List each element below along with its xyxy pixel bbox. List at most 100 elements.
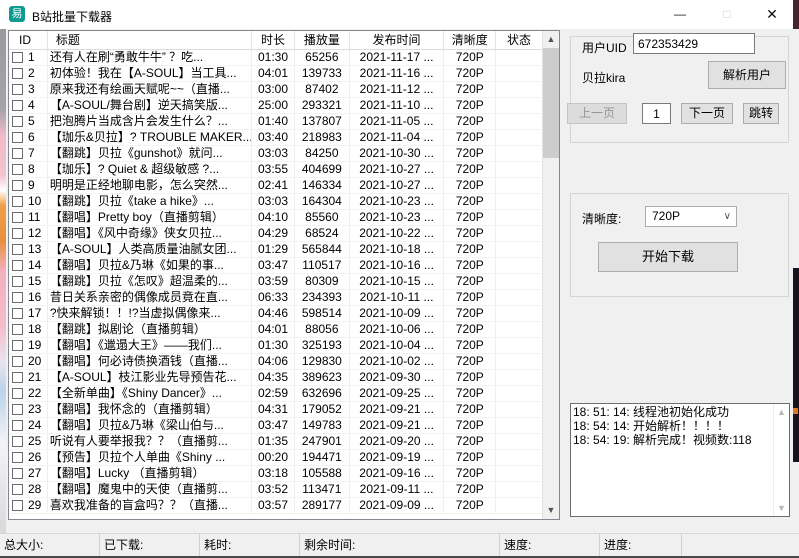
row-checkbox[interactable]	[12, 420, 23, 431]
row-checkbox[interactable]	[12, 260, 23, 271]
row-id: 1	[28, 50, 35, 65]
table-row[interactable]: 24 【翻唱】贝拉&乃琳《梁山伯与... 03:47 149783 2021-0…	[9, 418, 542, 434]
row-checkbox[interactable]	[12, 132, 23, 143]
row-checkbox[interactable]	[12, 324, 23, 335]
table-row[interactable]: 20 【翻唱】何必诗债换酒钱（直播... 04:06 129830 2021-1…	[9, 354, 542, 370]
minimize-button[interactable]: —	[664, 0, 696, 29]
column-header-status[interactable]: 状态	[496, 31, 542, 49]
table-row[interactable]: 29 喜欢我准备的盲盒吗？？（直播... 03:57 289177 2021-0…	[9, 498, 542, 514]
row-checkbox[interactable]	[12, 100, 23, 111]
table-row[interactable]: 2 初体验！我在【A-SOUL】当工具... 04:01 139733 2021…	[9, 66, 542, 82]
row-checkbox[interactable]	[12, 356, 23, 367]
table-row[interactable]: 6 【珈乐&贝拉】? TROUBLE MAKER... 03:40 218983…	[9, 130, 542, 146]
row-checkbox[interactable]	[12, 52, 23, 63]
row-checkbox[interactable]	[12, 228, 23, 239]
start-download-button[interactable]: 开始下载	[598, 242, 738, 272]
table-row[interactable]: 19 【翻唱】《邋遢大王》——我们... 01:30 325193 2021-1…	[9, 338, 542, 354]
row-id-cell: 15	[9, 274, 48, 289]
column-header-plays[interactable]: 播放量	[295, 31, 350, 49]
row-title: 【翻唱】何必诗债换酒钱（直播...	[48, 354, 252, 369]
table-row[interactable]: 10 【翻跳】贝拉《take a hike》... 03:03 164304 2…	[9, 194, 542, 210]
row-checkbox[interactable]	[12, 164, 23, 175]
close-button[interactable]: ✕	[756, 0, 788, 29]
row-checkbox[interactable]	[12, 84, 23, 95]
quality-dropdown[interactable]: 720P ∨	[645, 206, 737, 227]
table-row[interactable]: 21 【A-SOUL】枝江影业先导预告花... 04:35 389623 202…	[9, 370, 542, 386]
row-checkbox[interactable]	[12, 148, 23, 159]
row-quality: 720P	[444, 162, 496, 177]
row-checkbox[interactable]	[12, 452, 23, 463]
table-row[interactable]: 15 【翻跳】贝拉《怎叹》超温柔的... 03:59 80309 2021-10…	[9, 274, 542, 290]
page-number-input[interactable]	[642, 103, 671, 124]
row-checkbox[interactable]	[12, 244, 23, 255]
column-header-id[interactable]: ID	[9, 31, 48, 49]
row-id: 8	[28, 162, 35, 177]
row-checkbox[interactable]	[12, 372, 23, 383]
table-row[interactable]: 8 【珈乐】? Quiet & 超级敏感 ?... 03:55 404699 2…	[9, 162, 542, 178]
table-row[interactable]: 14 【翻唱】贝拉&乃琳《如果的事... 03:47 110517 2021-1…	[9, 258, 542, 274]
log-scroll-down-icon[interactable]: ▼	[774, 503, 789, 513]
table-row[interactable]: 12 【翻唱】《风中奇缘》侠女贝拉... 04:29 68524 2021-10…	[9, 226, 542, 242]
row-plays: 65256	[295, 50, 350, 65]
scrollbar-thumb[interactable]	[543, 48, 559, 158]
row-checkbox[interactable]	[12, 308, 23, 319]
row-id-cell: 21	[9, 370, 48, 385]
log-scroll-up-icon[interactable]: ▲	[774, 407, 789, 417]
row-checkbox[interactable]	[12, 468, 23, 479]
table-row[interactable]: 5 把泡腾片当成含片会发生什么？... 01:40 137807 2021-11…	[9, 114, 542, 130]
table-row[interactable]: 9 明明是正经地聊电影，怎么突然... 02:41 146334 2021-10…	[9, 178, 542, 194]
row-status	[496, 322, 542, 337]
row-checkbox[interactable]	[12, 340, 23, 351]
table-row[interactable]: 26 【预告】贝拉个人单曲《Shiny ... 00:20 194471 202…	[9, 450, 542, 466]
uid-input[interactable]	[633, 33, 755, 54]
column-header-date[interactable]: 发布时间	[350, 31, 445, 49]
table-row[interactable]: 3 原来我还有绘画天赋呢~~（直播... 03:00 87402 2021-11…	[9, 82, 542, 98]
table-row[interactable]: 25 听说有人要举报我？？（直播剪... 01:35 247901 2021-0…	[9, 434, 542, 450]
row-checkbox[interactable]	[12, 276, 23, 287]
row-duration: 04:06	[252, 354, 295, 369]
row-id: 12	[28, 226, 41, 241]
row-id-cell: 18	[9, 322, 48, 337]
row-quality: 720P	[444, 146, 496, 161]
jump-page-button[interactable]: 跳转	[743, 103, 779, 124]
row-checkbox[interactable]	[12, 500, 23, 511]
log-scrollbar[interactable]: ▲ ▼	[773, 404, 789, 516]
column-header-duration[interactable]: 时长	[252, 31, 295, 49]
row-checkbox[interactable]	[12, 388, 23, 399]
table-row[interactable]: 11 【翻唱】Pretty boy（直播剪辑） 04:10 85560 2021…	[9, 210, 542, 226]
row-checkbox[interactable]	[12, 404, 23, 415]
table-row[interactable]: 27 【翻唱】Lucky （直播剪辑） 03:18 105588 2021-09…	[9, 466, 542, 482]
row-checkbox[interactable]	[12, 116, 23, 127]
row-quality: 720P	[444, 226, 496, 241]
table-row[interactable]: 23 【翻唱】我怀念的（直播剪辑） 04:31 179052 2021-09-2…	[9, 402, 542, 418]
row-duration: 03:59	[252, 274, 295, 289]
row-checkbox[interactable]	[12, 180, 23, 191]
table-row[interactable]: 4 【A-SOUL/舞台剧】逆天搞笑版... 25:00 293321 2021…	[9, 98, 542, 114]
scroll-down-icon[interactable]: ▼	[543, 502, 559, 519]
table-row[interactable]: 16 昔日关系亲密的偶像成员竟在直... 06:33 234393 2021-1…	[9, 290, 542, 306]
table-row[interactable]: 18 【翻跳】拟剧论（直播剪辑） 04:01 88056 2021-10-06 …	[9, 322, 542, 338]
parse-user-button[interactable]: 解析用户	[708, 61, 786, 89]
row-checkbox[interactable]	[12, 484, 23, 495]
scroll-up-icon[interactable]: ▲	[543, 31, 559, 48]
row-checkbox[interactable]	[12, 196, 23, 207]
row-status	[496, 306, 542, 321]
column-header-title[interactable]: 标题	[48, 31, 252, 49]
table-body: 1 还有人在刷“勇敢牛牛” ？吃... 01:30 65256 2021-11-…	[9, 50, 542, 519]
next-page-button[interactable]: 下一页	[681, 103, 733, 124]
row-plays: 113471	[295, 482, 350, 497]
table-row[interactable]: 17 ?快来解锁！！!?当虚拟偶像来... 04:46 598514 2021-…	[9, 306, 542, 322]
row-checkbox[interactable]	[12, 68, 23, 79]
row-checkbox[interactable]	[12, 436, 23, 447]
log-box[interactable]: 18: 51: 14: 线程池初始化成功18: 54: 14: 开始解析！！！！…	[570, 403, 790, 517]
table-row[interactable]: 1 还有人在刷“勇敢牛牛” ？吃... 01:30 65256 2021-11-…	[9, 50, 542, 66]
table-row[interactable]: 13 【A-SOUL】人类高质量油腻女团... 01:29 565844 202…	[9, 242, 542, 258]
video-table: ID 标题 时长 播放量 发布时间 清晰度 状态 1 还有人在刷“勇敢牛牛” ？…	[8, 30, 560, 520]
row-checkbox[interactable]	[12, 212, 23, 223]
table-scrollbar[interactable]: ▲ ▼	[542, 31, 559, 519]
row-checkbox[interactable]	[12, 292, 23, 303]
table-row[interactable]: 28 【翻唱】魔鬼中的天使（直播剪... 03:52 113471 2021-0…	[9, 482, 542, 498]
table-row[interactable]: 7 【翻跳】贝拉《gunshot》就问... 03:03 84250 2021-…	[9, 146, 542, 162]
column-header-quality[interactable]: 清晰度	[444, 31, 496, 49]
table-row[interactable]: 22 【全新单曲】《Shiny Dancer》... 02:59 632696 …	[9, 386, 542, 402]
